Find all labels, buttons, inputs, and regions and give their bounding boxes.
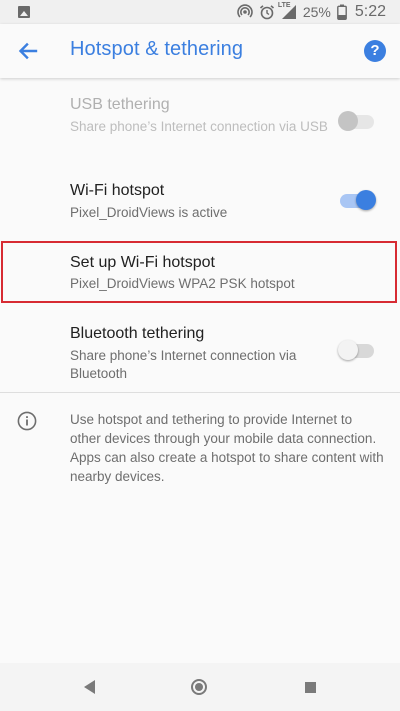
toggle-thumb xyxy=(338,340,358,360)
arrow-back-icon[interactable] xyxy=(14,37,42,65)
battery-icon xyxy=(336,4,347,20)
gallery-icon xyxy=(18,6,30,18)
status-bar: LTE 25% 5:22 xyxy=(0,0,400,24)
toggle-thumb xyxy=(338,111,358,131)
alarm-icon xyxy=(259,4,275,20)
bluetooth-tethering-row[interactable]: Bluetooth tethering Share phone’s Intern… xyxy=(0,323,400,381)
nav-back-icon[interactable] xyxy=(84,680,95,694)
usb-tethering-row: USB tethering Share phone’s Internet con… xyxy=(0,94,400,152)
wifi-hotspot-title: Wi-Fi hotspot xyxy=(70,182,165,199)
wifi-hotspot-toggle[interactable] xyxy=(340,190,376,210)
app-bar: Hotspot & tethering ? xyxy=(0,24,400,78)
bluetooth-tethering-title: Bluetooth tethering xyxy=(70,325,205,342)
bluetooth-tethering-toggle[interactable] xyxy=(338,340,374,360)
clock: 5:22 xyxy=(354,3,386,20)
signal-icon: LTE xyxy=(277,2,297,20)
nav-recents-icon[interactable] xyxy=(305,682,316,693)
wifi-hotspot-summary: Pixel_DroidViews is active xyxy=(70,205,228,220)
navigation-bar xyxy=(0,663,400,711)
setup-wifi-hotspot-row[interactable]: Set up Wi-Fi hotspot Pixel_DroidViews WP… xyxy=(0,252,400,296)
divider xyxy=(0,392,400,393)
network-type-label: LTE xyxy=(277,2,291,9)
info-text: Use hotspot and tethering to provide Int… xyxy=(70,412,384,484)
wifi-hotspot-row[interactable]: Wi-Fi hotspot Pixel_DroidViews is active xyxy=(0,180,400,228)
nav-home-icon[interactable] xyxy=(191,679,207,695)
usb-tethering-toggle xyxy=(338,111,374,131)
status-icons: LTE 25% 5:22 xyxy=(237,2,386,21)
battery-percent: 25% xyxy=(302,4,331,20)
usb-tethering-summary: Share phone’s Internet connection via US… xyxy=(70,119,328,134)
screen: LTE 25% 5:22 Hotspot & tethering ? USB t… xyxy=(0,0,400,711)
setup-wifi-hotspot-summary: Pixel_DroidViews WPA2 PSK hotspot xyxy=(70,276,295,291)
setup-wifi-hotspot-title: Set up Wi-Fi hotspot xyxy=(70,254,215,271)
page-title: Hotspot & tethering xyxy=(70,38,244,60)
help-icon[interactable]: ? xyxy=(364,40,386,62)
toggle-thumb xyxy=(356,190,376,210)
usb-tethering-title: USB tethering xyxy=(70,96,170,113)
hotspot-icon xyxy=(237,4,253,20)
info-icon xyxy=(17,411,37,431)
bluetooth-tethering-summary: Share phone’s Internet connection via Bl… xyxy=(70,348,297,381)
